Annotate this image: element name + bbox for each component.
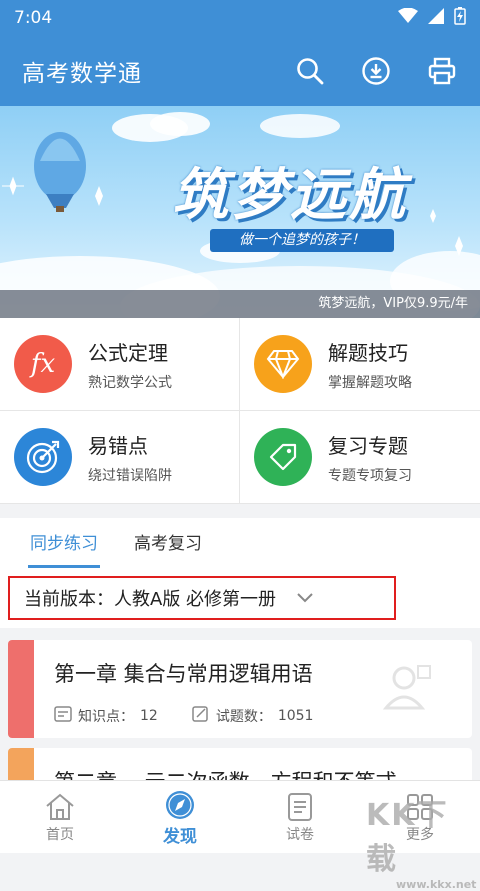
paper-icon xyxy=(285,790,315,824)
nav-label: 发现 xyxy=(163,826,197,847)
banner-slogan: 筑梦远航 xyxy=(172,163,408,228)
version-selector[interactable]: 当前版本：人教A版 必修第一册 xyxy=(8,576,396,620)
questions-label: 试题数： xyxy=(215,709,272,725)
version-label: 当前版本：人教A版 必修第一册 xyxy=(24,589,277,610)
status-time: 7:04 xyxy=(14,8,53,28)
feature-subtitle: 专题专项复习 xyxy=(328,467,412,484)
battery-icon xyxy=(454,6,466,30)
target-icon xyxy=(14,428,72,486)
feature-techniques[interactable]: 解题技巧 掌握解题攻略 xyxy=(240,318,480,411)
fx-icon: fx xyxy=(14,335,72,393)
nav-discover[interactable]: 发现 xyxy=(120,781,240,853)
download-icon[interactable] xyxy=(358,53,394,89)
promo-banner[interactable]: 筑梦远航 做一个追梦的孩子！ 筑梦远航，VIP仅9.9元/年 xyxy=(0,106,480,318)
chapter-color-stripe xyxy=(8,640,34,738)
chapter-title: 第一章 集合与常用逻辑用语 xyxy=(54,662,313,686)
compass-icon xyxy=(164,788,196,822)
feature-title: 解题技巧 xyxy=(328,340,408,365)
feature-grid: fx 公式定理 熟记数学公式 解题技巧 掌握解题攻略 易错点 绕过错误陷阱 复习… xyxy=(0,318,480,504)
knowledge-label: 知识点： xyxy=(78,709,134,725)
user-placeholder-icon xyxy=(380,660,436,720)
practice-tabs: 同步练习 高考复习 xyxy=(0,518,480,570)
diamond-icon xyxy=(254,335,312,393)
questions-count: 1051 xyxy=(277,708,314,724)
feature-subtitle: 绕过错误陷阱 xyxy=(88,467,172,484)
feature-title: 易错点 xyxy=(88,433,148,458)
version-selector-row: 当前版本：人教A版 必修第一册 xyxy=(0,570,480,628)
home-icon xyxy=(44,790,76,824)
nav-papers[interactable]: 试卷 xyxy=(240,781,360,853)
feature-formula[interactable]: fx 公式定理 熟记数学公式 xyxy=(0,318,240,411)
knowledge-icon xyxy=(54,706,72,726)
watermark-url: www.kkx.net xyxy=(396,878,477,891)
nav-home[interactable]: 首页 xyxy=(0,781,120,853)
print-icon[interactable] xyxy=(424,53,460,89)
chapter-card[interactable]: 第一章 集合与常用逻辑用语 知识点： 12 试题数： 1051 xyxy=(8,640,472,738)
bottom-navigation: 首页 发现 试卷 更多 xyxy=(0,780,480,853)
nav-label: 试卷 xyxy=(286,827,314,843)
nav-label: 首页 xyxy=(46,827,74,843)
nav-more[interactable]: 更多 xyxy=(360,781,480,853)
tab-gaokao-review[interactable]: 高考复习 xyxy=(134,518,202,570)
wifi-icon xyxy=(398,7,418,29)
tag-icon xyxy=(254,428,312,486)
feature-subtitle: 熟记数学公式 xyxy=(88,374,172,391)
feature-title: 复习专题 xyxy=(328,433,408,458)
signal-icon xyxy=(428,7,444,29)
nav-label: 更多 xyxy=(406,827,434,843)
search-icon[interactable] xyxy=(292,53,328,89)
tab-sync-practice[interactable]: 同步练习 xyxy=(28,518,100,570)
feature-subtitle: 掌握解题攻略 xyxy=(328,374,412,391)
questions-icon xyxy=(192,706,210,726)
banner-subtitle: 做一个追梦的孩子！ xyxy=(210,229,394,252)
feature-mistakes[interactable]: 易错点 绕过错误陷阱 xyxy=(0,411,240,504)
chevron-down-icon xyxy=(296,588,314,609)
banner-promo-text: 筑梦远航，VIP仅9.9元/年 xyxy=(0,290,480,318)
app-title: 高考数学通 xyxy=(22,61,142,87)
feature-review[interactable]: 复习专题 专题专项复习 xyxy=(240,411,480,504)
grid-icon xyxy=(405,790,435,824)
knowledge-count: 12 xyxy=(140,708,158,724)
status-bar: 7:04 xyxy=(0,0,480,36)
app-bar: 高考数学通 xyxy=(0,36,480,106)
feature-title: 公式定理 xyxy=(88,340,168,365)
